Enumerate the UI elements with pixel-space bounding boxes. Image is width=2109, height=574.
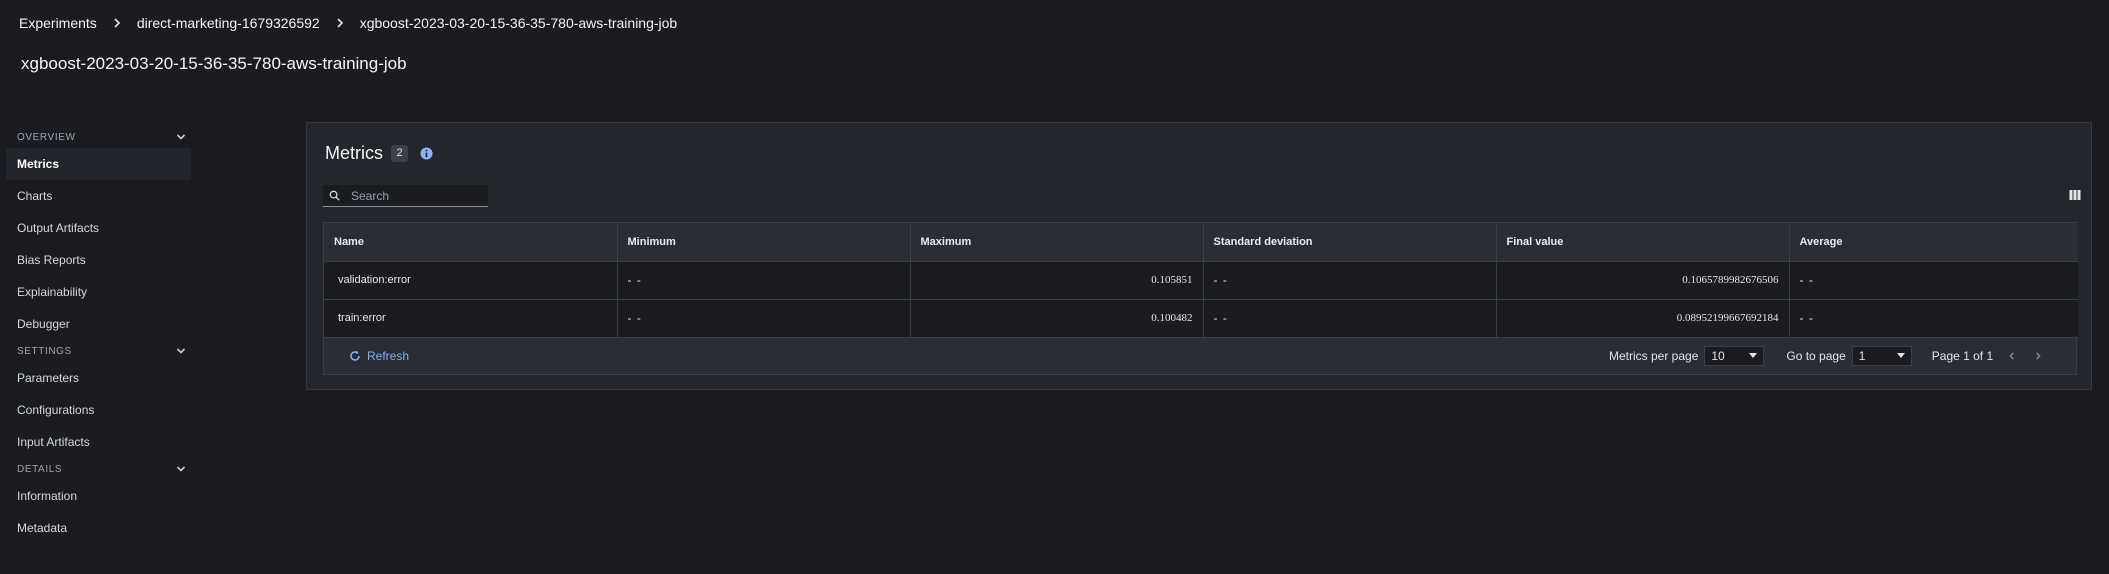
sidebar-item-output-artifacts[interactable]: Output Artifacts	[6, 212, 191, 244]
goto-page-value: 1	[1858, 348, 1866, 363]
sidebar-item-configurations[interactable]: Configurations	[6, 394, 191, 426]
column-header-final-value[interactable]: Final value	[1496, 223, 1790, 262]
cell-minimum: - -	[617, 261, 911, 300]
column-header-std[interactable]: Standard deviation	[1203, 223, 1497, 262]
next-page-icon[interactable]	[2031, 349, 2045, 363]
sidebar-item-metrics[interactable]: Metrics	[6, 148, 191, 180]
columns-settings-icon[interactable]	[2069, 189, 2081, 201]
sidebar-item-input-artifacts[interactable]: Input Artifacts	[6, 426, 191, 458]
section-overview-header[interactable]: OVERVIEW	[6, 126, 191, 148]
sidebar: OVERVIEW Metrics Charts Output Artifacts…	[6, 126, 191, 544]
cell-final-value: 0.08952199667692184	[1496, 299, 1790, 338]
refresh-button[interactable]: Refresh	[349, 349, 409, 363]
cell-minimum: - -	[617, 299, 911, 338]
cell-name: train:error	[324, 299, 618, 338]
cell-final-value: 0.1065789982676506	[1496, 261, 1790, 300]
metrics-panel: Metrics 2 Name	[306, 122, 2092, 390]
previous-page-icon[interactable]	[2005, 349, 2019, 363]
section-title: SETTINGS	[17, 345, 72, 357]
panel-title: Metrics	[325, 142, 383, 163]
per-page-select[interactable]: 10	[1704, 345, 1765, 366]
count-badge: 2	[391, 144, 408, 162]
section-details-header[interactable]: DETAILS	[6, 458, 191, 480]
column-header-name[interactable]: Name	[324, 223, 618, 262]
info-icon[interactable]	[420, 146, 433, 160]
cell-std: - -	[1203, 261, 1497, 300]
chevron-down-icon	[176, 134, 186, 140]
caret-down-icon	[1896, 352, 1905, 358]
caret-down-icon	[1749, 352, 1758, 358]
page-title: xgboost-2023-03-20-15-36-35-780-aws-trai…	[21, 54, 407, 73]
pagination: Metrics per page 10 Go to page 1 Page 1 …	[1609, 338, 2045, 374]
section-settings-header[interactable]: SETTINGS	[6, 340, 191, 362]
per-page-label: Metrics per page	[1609, 348, 1699, 363]
panel-header: Metrics 2	[325, 141, 433, 165]
table-row: train:error - - 0.100482 - - 0.089521996…	[324, 299, 2078, 338]
column-header-maximum[interactable]: Maximum	[910, 223, 1204, 262]
goto-page-label: Go to page	[1786, 348, 1846, 363]
section-title: OVERVIEW	[17, 131, 76, 143]
chevron-right-icon	[320, 12, 360, 34]
per-page-value: 10	[1711, 348, 1725, 363]
breadcrumb: Experiments direct-marketing-1679326592 …	[19, 12, 677, 34]
goto-page-select[interactable]: 1	[1851, 345, 1912, 366]
sidebar-item-metadata[interactable]: Metadata	[6, 512, 191, 544]
sidebar-item-debugger[interactable]: Debugger	[6, 308, 191, 340]
cell-maximum: 0.105851	[910, 261, 1204, 300]
sidebar-item-information[interactable]: Information	[6, 480, 191, 512]
breadcrumb-experiments[interactable]: Experiments	[19, 15, 97, 31]
cell-name: validation:error	[324, 261, 618, 300]
sidebar-item-explainability[interactable]: Explainability	[6, 276, 191, 308]
cell-std: - -	[1203, 299, 1497, 338]
cell-maximum: 0.100482	[910, 299, 1204, 338]
refresh-label: Refresh	[367, 348, 410, 363]
breadcrumb-experiment[interactable]: direct-marketing-1679326592	[137, 15, 320, 31]
page-info: Page 1 of 1	[1931, 348, 1994, 363]
breadcrumb-current: xgboost-2023-03-20-15-36-35-780-aws-trai…	[359, 15, 678, 31]
search-field[interactable]	[323, 185, 488, 207]
chevron-down-icon	[176, 348, 186, 354]
metrics-table: Name Minimum Maximum Standard deviation …	[323, 222, 2078, 375]
cell-average: - -	[1789, 299, 2078, 338]
column-header-minimum[interactable]: Minimum	[617, 223, 911, 262]
sidebar-item-bias-reports[interactable]: Bias Reports	[6, 244, 191, 276]
chevron-down-icon	[176, 466, 186, 472]
column-header-average[interactable]: Average	[1789, 223, 2078, 262]
sidebar-item-charts[interactable]: Charts	[6, 180, 191, 212]
section-title: DETAILS	[17, 463, 63, 475]
search-icon	[329, 190, 340, 201]
search-input[interactable]	[349, 187, 479, 204]
refresh-icon	[350, 350, 360, 361]
table-row: validation:error - - 0.105851 - - 0.1065…	[324, 261, 2078, 300]
sidebar-item-parameters[interactable]: Parameters	[6, 362, 191, 394]
cell-average: - -	[1789, 261, 2078, 300]
table-header-row: Name Minimum Maximum Standard deviation …	[324, 223, 2078, 262]
chevron-right-icon	[97, 12, 137, 34]
table-footer: Refresh Metrics per page 10 Go to page 1…	[324, 337, 2076, 374]
